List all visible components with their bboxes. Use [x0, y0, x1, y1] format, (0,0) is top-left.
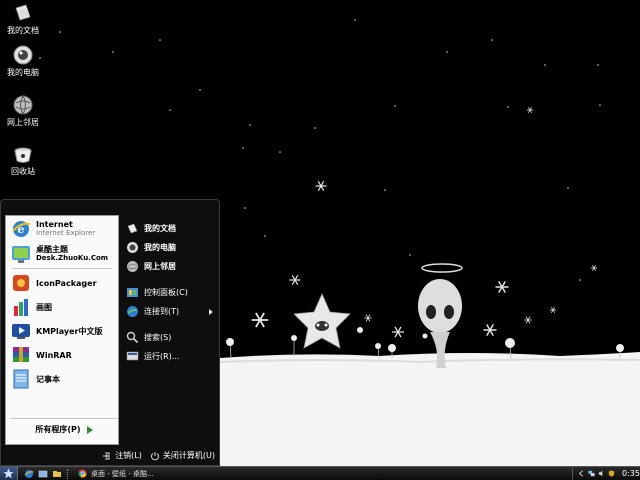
tray-arrow-icon[interactable]: [578, 469, 585, 478]
place-control-panel[interactable]: 控制面板(C): [121, 283, 219, 302]
recent-iconpackager[interactable]: IconPackager: [6, 271, 118, 295]
ie-icon[interactable]: [24, 469, 34, 479]
desktop-icon-my-computer[interactable]: 我的电脑: [0, 44, 46, 84]
pinned-sublabel: Internet Explorer: [36, 229, 96, 237]
pinned-label: Internet: [36, 220, 73, 229]
iconpackager-icon: [13, 275, 29, 291]
desktop-icon-label: 我的电脑: [7, 68, 39, 77]
place-label: 我的电脑: [144, 243, 176, 252]
logoff-label: 注销(L): [115, 451, 142, 460]
recycle-bin-icon: [14, 147, 32, 163]
start-menu-footer: 注销(L) 关闭计算机(U): [1, 446, 219, 465]
recent-label: 画图: [36, 302, 52, 312]
show-desktop-icon[interactable]: [38, 469, 48, 479]
recent-notepad[interactable]: 记事本: [6, 367, 118, 391]
separator: [12, 268, 112, 269]
computer-icon: [13, 45, 33, 65]
recent-winrar[interactable]: WinRAR: [6, 343, 118, 367]
arrow-right-icon: [86, 425, 93, 434]
security-icon[interactable]: [608, 469, 615, 478]
place-run[interactable]: 运行(R)...: [121, 347, 219, 366]
kmplayer-icon: [12, 324, 30, 339]
recent-label: KMPlayer中文版: [36, 326, 103, 336]
svg-text:e: e: [18, 223, 25, 236]
network-status-icon[interactable]: [588, 469, 595, 478]
all-programs-label: 所有程序(P): [35, 425, 81, 434]
logoff-button[interactable]: 注销(L): [102, 450, 142, 461]
quick-launch: [24, 469, 62, 479]
desktop-icon-my-documents[interactable]: 我的文档: [0, 2, 46, 42]
desktop-icon-recycle-bin[interactable]: 回收站: [0, 143, 46, 183]
recent-label: WinRAR: [36, 350, 72, 360]
place-network[interactable]: 网上邻居: [121, 257, 219, 276]
chrome-icon: [78, 469, 87, 478]
pinned-sublabel: Desk.ZhuoKu.Com: [36, 254, 109, 262]
logoff-icon: [103, 452, 110, 459]
documents-icon: [127, 223, 138, 234]
winrar-icon: [13, 347, 29, 362]
place-label: 网上邻居: [144, 262, 176, 271]
power-icon: [150, 451, 159, 460]
place-label: 搜索(S): [144, 333, 172, 342]
desktop-icon-label: 网上邻居: [7, 118, 39, 127]
place-search[interactable]: 搜索(S): [121, 328, 219, 347]
pinned-zhuoku[interactable]: 桌酷主题 Desk.ZhuoKu.Com: [6, 242, 118, 266]
start-button[interactable]: [0, 467, 18, 480]
shutdown-button[interactable]: 关闭计算机(U): [150, 450, 215, 461]
connect-icon: [127, 306, 138, 317]
clock[interactable]: 0:35: [622, 469, 640, 478]
desktop-icon-network[interactable]: 网上邻居: [0, 94, 46, 134]
computer-icon: [127, 242, 138, 253]
all-programs-button[interactable]: 所有程序(P): [10, 418, 118, 440]
recent-label: IconPackager: [36, 278, 97, 288]
submenu-arrow-icon: [209, 308, 213, 315]
system-tray: 0:35: [572, 467, 640, 480]
recent-paint[interactable]: 画图: [6, 295, 118, 319]
run-icon: [126, 351, 139, 361]
taskbar-window-button[interactable]: 桌面 - 壁纸 - 桌酷...: [74, 468, 194, 480]
paint-icon: [14, 299, 28, 316]
desktop-icon-label: 我的文档: [7, 26, 39, 35]
control-panel-icon: [127, 288, 138, 297]
recent-label: 记事本: [36, 374, 60, 384]
start-menu-programs-pane: e Internet Internet Explorer 桌酷主题 Desk.Z…: [5, 215, 119, 445]
place-label: 连接到(T): [144, 307, 180, 316]
desktop-icon-label: 回收站: [11, 167, 35, 176]
start-menu-places-pane: 我的文档 我的电脑 网上邻居 控制面板(C) 连接到(T) 搜索(S) 运行(R…: [121, 215, 219, 445]
pinned-label: 桌酷主题: [36, 245, 68, 254]
zhuoku-theme-icon: [12, 246, 30, 263]
notepad-icon: [13, 369, 29, 389]
taskbar-divider: [67, 468, 69, 479]
place-connect-to[interactable]: 连接到(T): [121, 302, 219, 321]
network-icon: [127, 261, 138, 272]
place-label: 控制面板(C): [144, 288, 188, 297]
shutdown-label: 关闭计算机(U): [162, 451, 215, 460]
taskbar-window-title: 桌面 - 壁纸 - 桌酷...: [91, 469, 154, 478]
place-my-computer[interactable]: 我的电脑: [121, 238, 219, 257]
taskbar: 桌面 - 壁纸 - 桌酷... 0:35: [0, 466, 640, 480]
recent-kmplayer[interactable]: KMPlayer中文版: [6, 319, 118, 343]
search-icon: [126, 331, 139, 344]
place-label: 我的文档: [144, 224, 176, 233]
start-star-icon: [3, 468, 14, 479]
ie-icon: e: [12, 221, 31, 237]
pinned-internet[interactable]: e Internet Internet Explorer: [6, 216, 118, 242]
place-label: 运行(R)...: [144, 352, 180, 361]
start-menu: e Internet Internet Explorer 桌酷主题 Desk.Z…: [0, 199, 220, 466]
network-icon: [13, 95, 33, 115]
place-my-documents[interactable]: 我的文档: [121, 219, 219, 238]
documents-icon: [15, 4, 31, 21]
volume-icon[interactable]: [598, 469, 605, 478]
windows-explorer-icon[interactable]: [52, 469, 62, 479]
